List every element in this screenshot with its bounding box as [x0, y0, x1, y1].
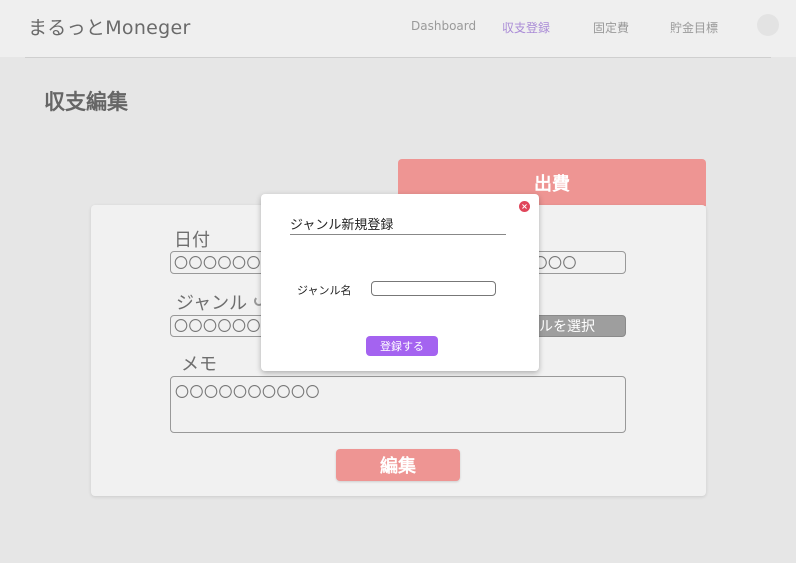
- genre-name-label: ジャンル名: [297, 284, 352, 297]
- close-icon[interactable]: ×: [519, 201, 530, 212]
- modal-title: ジャンル新規登録: [290, 214, 506, 235]
- register-button[interactable]: 登録する: [366, 336, 438, 356]
- nav-income-expense[interactable]: 収支登録: [502, 19, 550, 36]
- header-divider: [25, 57, 771, 58]
- nav-dashboard[interactable]: Dashboard: [411, 19, 476, 33]
- nav-fixed-costs[interactable]: 固定費: [593, 19, 629, 36]
- page-title: 収支編集: [44, 90, 128, 114]
- date-input-value-right: 〇〇〇: [533, 255, 577, 272]
- brand-logo[interactable]: まるっとMoneger: [28, 13, 191, 40]
- date-label: 日付: [174, 230, 210, 251]
- memo-textarea[interactable]: 〇〇〇〇〇〇〇〇〇〇: [170, 376, 626, 433]
- nav-savings-goal[interactable]: 貯金目標: [670, 19, 718, 36]
- edit-button[interactable]: 編集: [336, 449, 460, 481]
- app-header: まるっとMoneger Dashboard 収支登録 固定費 貯金目標: [0, 0, 796, 57]
- genre-name-input[interactable]: [371, 281, 496, 296]
- avatar[interactable]: [757, 14, 779, 36]
- new-genre-modal: ジャンル新規登録 × ジャンル名 登録する: [261, 194, 539, 371]
- memo-label: メモ: [181, 354, 217, 375]
- genre-label: ジャンル: [176, 293, 248, 314]
